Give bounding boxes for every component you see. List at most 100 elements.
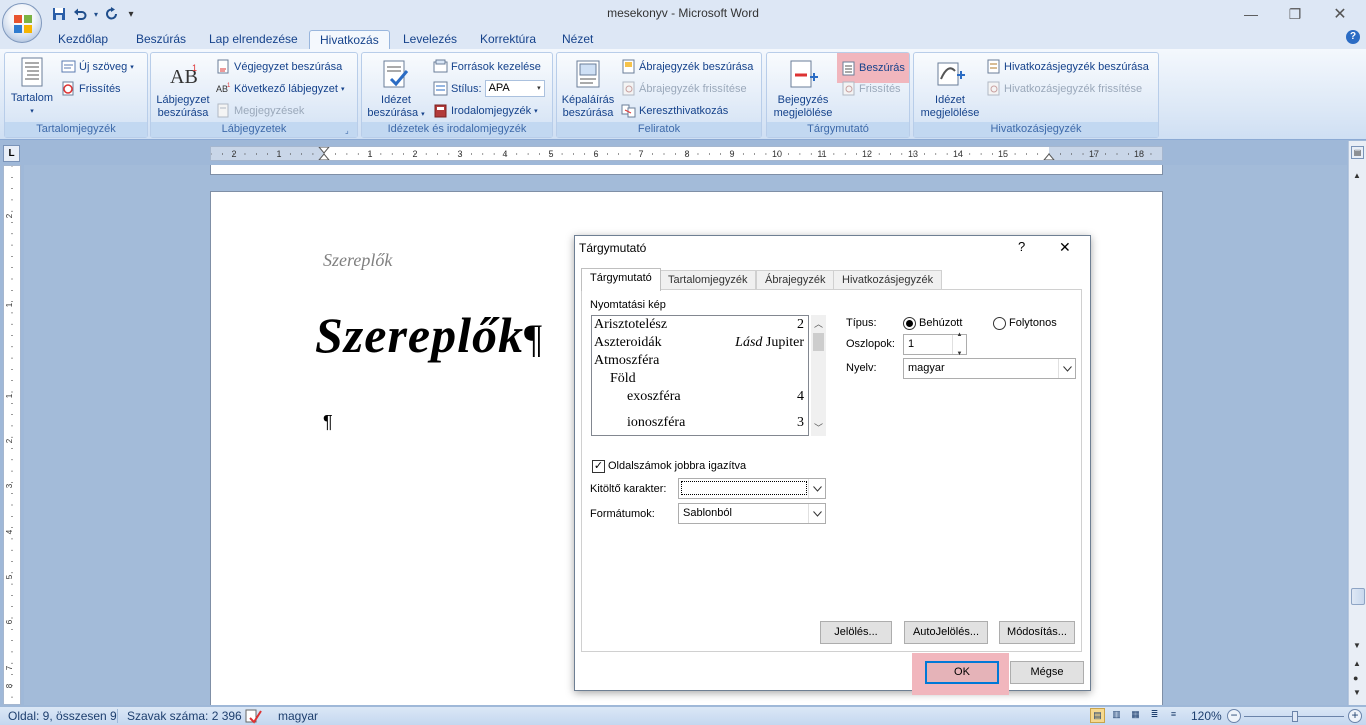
language-select[interactable]: magyar	[903, 358, 1076, 379]
dialog-tab-index[interactable]: Tárgymutató	[581, 268, 661, 291]
preview-scroll-thumb[interactable]	[813, 333, 824, 351]
mark-entry-line2: megjelölése	[773, 107, 833, 119]
toc-button[interactable]: Tartalom ▾	[7, 57, 57, 118]
automark-button[interactable]: AutoJelölés...	[904, 621, 988, 644]
horizontal-ruler[interactable]: 211234567891011121314151718	[210, 146, 1163, 161]
svg-text:1: 1	[192, 63, 197, 73]
word-count[interactable]: Szavak száma: 2 396	[127, 709, 242, 723]
preview-row: ionoszféra 3	[627, 415, 804, 430]
preview-scrollbar[interactable]: ︿ ﹀	[811, 315, 826, 436]
insert-caption-button[interactable]: Képaláírás beszúrása	[559, 59, 617, 120]
manage-sources-label: Források kezelése	[451, 60, 541, 73]
zoom-out-icon[interactable]: −	[1227, 709, 1241, 723]
ruler-tick-label: 4	[502, 149, 507, 159]
update-tof-icon	[622, 81, 635, 96]
full-screen-reading-icon[interactable]: ▥	[1109, 708, 1124, 723]
tab-levelezes[interactable]: Levelezés	[393, 30, 467, 49]
style-select[interactable]: APA ▾	[484, 80, 545, 97]
browse-object-icon[interactable]: ●	[1353, 673, 1358, 683]
vertical-ruler[interactable]: 2112345678	[3, 165, 21, 705]
office-logo-icon	[14, 15, 32, 33]
update-toc-icon	[62, 81, 74, 96]
status-language[interactable]: magyar	[278, 709, 318, 723]
tab-beszuras[interactable]: Beszúrás	[126, 30, 196, 49]
zoom-level[interactable]: 120%	[1191, 709, 1222, 723]
show-notes-label: Megjegyzések	[234, 104, 305, 117]
tab-korrektura[interactable]: Korrektúra	[470, 30, 546, 49]
tab-kezdolap[interactable]: Kezdőlap	[48, 30, 118, 49]
bibliography-button[interactable]: Irodalomjegyzék ▾	[433, 101, 538, 120]
next-footnote-button[interactable]: AB 1 Következő lábjegyzet ▾	[216, 79, 344, 98]
footnotes-dialog-launcher-icon[interactable]: ⌟	[345, 126, 354, 135]
manage-sources-button[interactable]: Források kezelése	[433, 57, 541, 76]
vertical-ruler-tick-label: 7	[5, 665, 14, 670]
insert-citation-button[interactable]: Idézet beszúrása ▾	[364, 59, 428, 121]
ribbon-tabs: Kezdőlap Beszúrás Lap elrendezése Hivatk…	[0, 28, 1366, 49]
zoom-slider-thumb[interactable]	[1292, 711, 1298, 722]
add-text-button[interactable]: Új szöveg ▾	[61, 57, 134, 76]
cross-reference-button[interactable]: Kereszthivatkozás	[621, 101, 728, 120]
group-toa: Idézet megjelölése Hivatkozásjegyzék bes…	[913, 52, 1159, 138]
print-layout-icon[interactable]: ▤	[1090, 708, 1105, 723]
web-layout-icon[interactable]: ▦	[1128, 708, 1143, 723]
cancel-button[interactable]: Mégse	[1010, 661, 1084, 684]
insert-tof-button[interactable]: Ábrajegyzék beszúrása	[621, 57, 753, 76]
dialog-tab-toa[interactable]: Hivatkozásjegyzék	[833, 270, 943, 290]
ruler-toggle-icon[interactable]: ▤	[1351, 146, 1364, 159]
tab-hivatkozas[interactable]: Hivatkozás	[309, 30, 390, 49]
scroll-up-icon[interactable]: ▲	[1353, 171, 1361, 180]
mark-citation-button[interactable]: Idézet megjelölése	[916, 59, 984, 120]
leader-dropdown-icon[interactable]	[808, 479, 825, 498]
restore-button[interactable]: ❐	[1275, 3, 1315, 25]
tab-lap-elrendezese[interactable]: Lap elrendezése	[199, 30, 308, 49]
type-runin-radio[interactable]	[993, 317, 1006, 330]
formats-dropdown-icon[interactable]	[808, 504, 825, 523]
index-dialog: Tárgymutató ? ✕ Tárgymutató Tartalomjegy…	[574, 235, 1091, 695]
preview-scroll-up-icon[interactable]: ︿	[814, 317, 823, 330]
zoom-in-icon[interactable]: +	[1348, 709, 1362, 723]
formats-select[interactable]: Sablonból	[678, 503, 826, 524]
draft-icon[interactable]: ≡	[1166, 708, 1181, 723]
next-page-icon[interactable]: ▼	[1353, 688, 1361, 697]
preview-row: Atmoszféra	[594, 353, 660, 368]
columns-spinner-icon[interactable]: ▲ ▼	[952, 332, 966, 357]
help-icon[interactable]: ?	[1346, 30, 1360, 44]
mark-entry-dialog-button[interactable]: Jelölés...	[820, 621, 892, 644]
insert-footnote-button[interactable]: AB 1 Lábjegyzet beszúrása	[153, 59, 213, 120]
page-count[interactable]: Oldal: 9, összesen 9	[8, 709, 117, 723]
group-toa-label: Hivatkozásjegyzék	[914, 122, 1158, 137]
preview-scroll-down-icon[interactable]: ﹀	[814, 421, 823, 434]
vertical-ruler-tick-label: 1	[5, 393, 14, 398]
leader-select[interactable]	[678, 478, 826, 499]
dialog-help-button[interactable]: ?	[1018, 239, 1025, 254]
insert-toa-button[interactable]: Hivatkozásjegyzék beszúrása	[986, 57, 1149, 76]
language-dropdown-icon[interactable]	[1058, 359, 1075, 378]
dialog-tab-tof[interactable]: Ábrajegyzék	[756, 270, 835, 290]
mark-citation-line2: megjelölése	[920, 107, 980, 119]
scroll-thumb[interactable]	[1351, 588, 1365, 605]
office-button[interactable]	[2, 3, 42, 43]
modify-button[interactable]: Módosítás...	[999, 621, 1075, 644]
vertical-ruler-tick-label: 1	[5, 302, 14, 307]
ok-button[interactable]: OK	[925, 661, 999, 684]
minimize-button[interactable]: —	[1231, 3, 1271, 25]
previous-page-icon[interactable]: ▲	[1353, 659, 1361, 668]
proofing-icon[interactable]	[244, 708, 262, 724]
outline-icon[interactable]: ≣	[1147, 708, 1162, 723]
close-button[interactable]: ✕	[1320, 3, 1360, 25]
dialog-tab-toc[interactable]: Tartalomjegyzék	[659, 270, 757, 290]
mark-entry-button[interactable]: Bejegyzés megjelölése	[769, 59, 837, 120]
type-indented-radio[interactable]	[903, 317, 916, 330]
insert-endnote-button[interactable]: Végjegyzet beszúrása	[216, 57, 342, 76]
status-bar: Oldal: 9, összesen 9 Szavak száma: 2 396…	[0, 706, 1366, 725]
vertical-ruler-tick-label: 2	[5, 438, 14, 443]
tab-nezet[interactable]: Nézet	[552, 30, 603, 49]
update-toc-button[interactable]: Frissítés	[61, 79, 121, 98]
update-toa-button: Hivatkozásjegyzék frissítése	[986, 79, 1142, 98]
right-align-checkbox[interactable]: ✓	[592, 460, 605, 473]
scroll-down-icon[interactable]: ▼	[1353, 641, 1361, 650]
dialog-close-button[interactable]: ✕	[1059, 239, 1071, 256]
vertical-scrollbar[interactable]: ▤ ▲ ▼ ▲ ● ▼	[1348, 141, 1366, 705]
columns-input[interactable]: 1 ▲ ▼	[903, 332, 967, 357]
tab-selector[interactable]: L	[3, 145, 20, 162]
